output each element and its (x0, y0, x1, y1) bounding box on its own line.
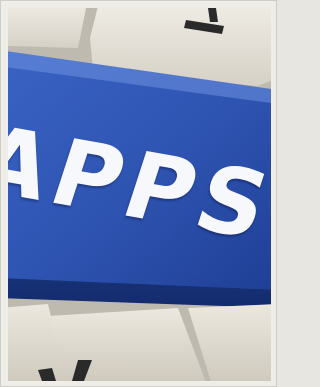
image-frame: APPS (0, 0, 277, 387)
keyboard-photo: APPS (8, 8, 271, 381)
keycap-top-left (8, 8, 86, 48)
